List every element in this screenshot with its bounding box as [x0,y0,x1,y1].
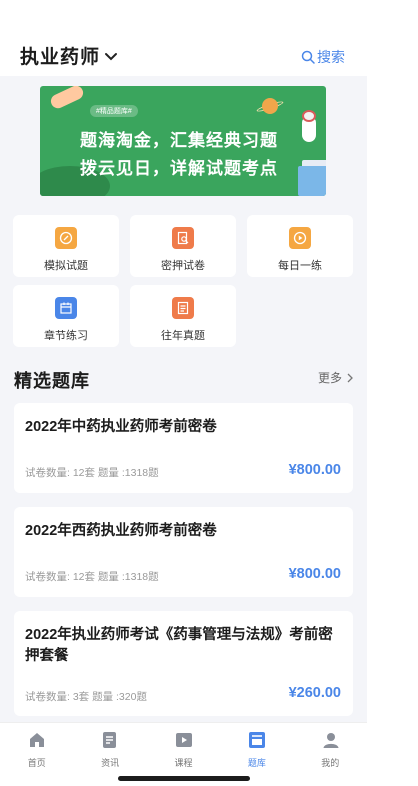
feature-label: 模拟试题 [44,260,88,272]
tab-label: 我的 [321,758,340,768]
edit-circle-icon [55,227,77,249]
feature-label: 密押试卷 [161,260,205,272]
tab-course[interactable]: 课程 [147,723,220,771]
tab-label: 首页 [27,758,46,768]
question-bank-card[interactable]: 2022年执业药师考试《药事管理与法规》考前密押套餐 试卷数量: 3套 题量 :… [14,611,353,716]
app-screen: 执业药师 搜索 #精品题库# 题海淘金，汇集经典习题 拨云见日，详解试题考点 模… [0,0,367,786]
play-circle-icon [289,227,311,249]
more-label: 更多 [317,371,342,385]
planet-illustration [262,98,278,114]
card-price: ¥800.00 [288,566,341,582]
tab-profile[interactable]: 我的 [294,723,367,771]
feature-past-exams[interactable]: 往年真题 [130,285,236,347]
promo-banner[interactable]: #精品题库# 题海淘金，汇集经典习题 拨云见日，详解试题考点 [40,86,326,196]
user-icon [323,733,339,748]
feature-mock-exam[interactable]: 模拟试题 [13,215,119,277]
tab-label: 资讯 [101,758,120,768]
feature-daily-practice[interactable]: 每日一练 [247,215,353,277]
news-icon [103,732,117,748]
tab-news[interactable]: 资讯 [73,723,146,771]
home-indicator [118,776,250,781]
feature-chapter-practice[interactable]: 章节练习 [13,285,119,347]
chevron-down-icon [105,52,118,60]
home-icon [30,733,44,747]
search-button[interactable]: 搜索 [301,47,345,67]
question-bank-icon [249,732,266,748]
banner-tag: #精品题库# [90,105,138,117]
calendar-icon [55,297,77,319]
list-doc-icon [172,297,194,319]
card-title: 2022年西药执业药师考前密卷 [25,523,217,539]
tab-home[interactable]: 首页 [0,723,73,771]
card-meta: 试卷数量: 12套 题量 :1318题 [25,467,159,479]
tab-label: 题库 [247,758,266,768]
more-link[interactable]: 更多 [318,369,353,386]
card-title: 2022年执业药师考试《药事管理与法规》考前密押套餐 [25,627,333,664]
card-meta: 试卷数量: 3套 题量 :320题 [25,691,147,703]
card-meta: 试卷数量: 12套 题量 :1318题 [25,571,159,583]
video-icon [175,733,192,747]
app-header: 执业药师 搜索 [0,0,367,76]
page-title: 执业药师 [20,47,101,68]
document-search-icon [172,227,194,249]
tab-question-bank[interactable]: 题库 [220,723,293,771]
feature-secret-paper[interactable]: 密押试卷 [130,215,236,277]
search-label: 搜索 [317,49,345,65]
card-price: ¥260.00 [288,685,341,701]
card-title: 2022年中药执业药师考前密卷 [25,419,217,435]
exam-category-selector[interactable]: 执业药师 [20,42,118,69]
astronaut-helmet-illustration [302,110,316,122]
section-title: 精选题库 [14,371,90,391]
search-icon [301,50,315,64]
question-bank-card[interactable]: 2022年西药执业药师考前密卷 试卷数量: 12套 题量 :1318题 ¥800… [14,507,353,597]
chevron-right-icon [347,373,353,382]
feature-label: 每日一练 [278,260,322,272]
question-bank-card[interactable]: 2022年中药执业药师考前密卷 试卷数量: 12套 题量 :1318题 ¥800… [14,403,353,493]
banner-decoration [48,86,86,111]
tab-label: 课程 [174,758,193,768]
feature-label: 章节练习 [44,330,88,342]
card-price: ¥800.00 [288,462,341,478]
banner-headline: 题海淘金，汇集经典习题 [80,131,278,150]
book-stack-illustration [298,166,326,196]
feature-label: 往年真题 [161,330,205,342]
banner-subheadline: 拨云见日，详解试题考点 [80,159,278,178]
